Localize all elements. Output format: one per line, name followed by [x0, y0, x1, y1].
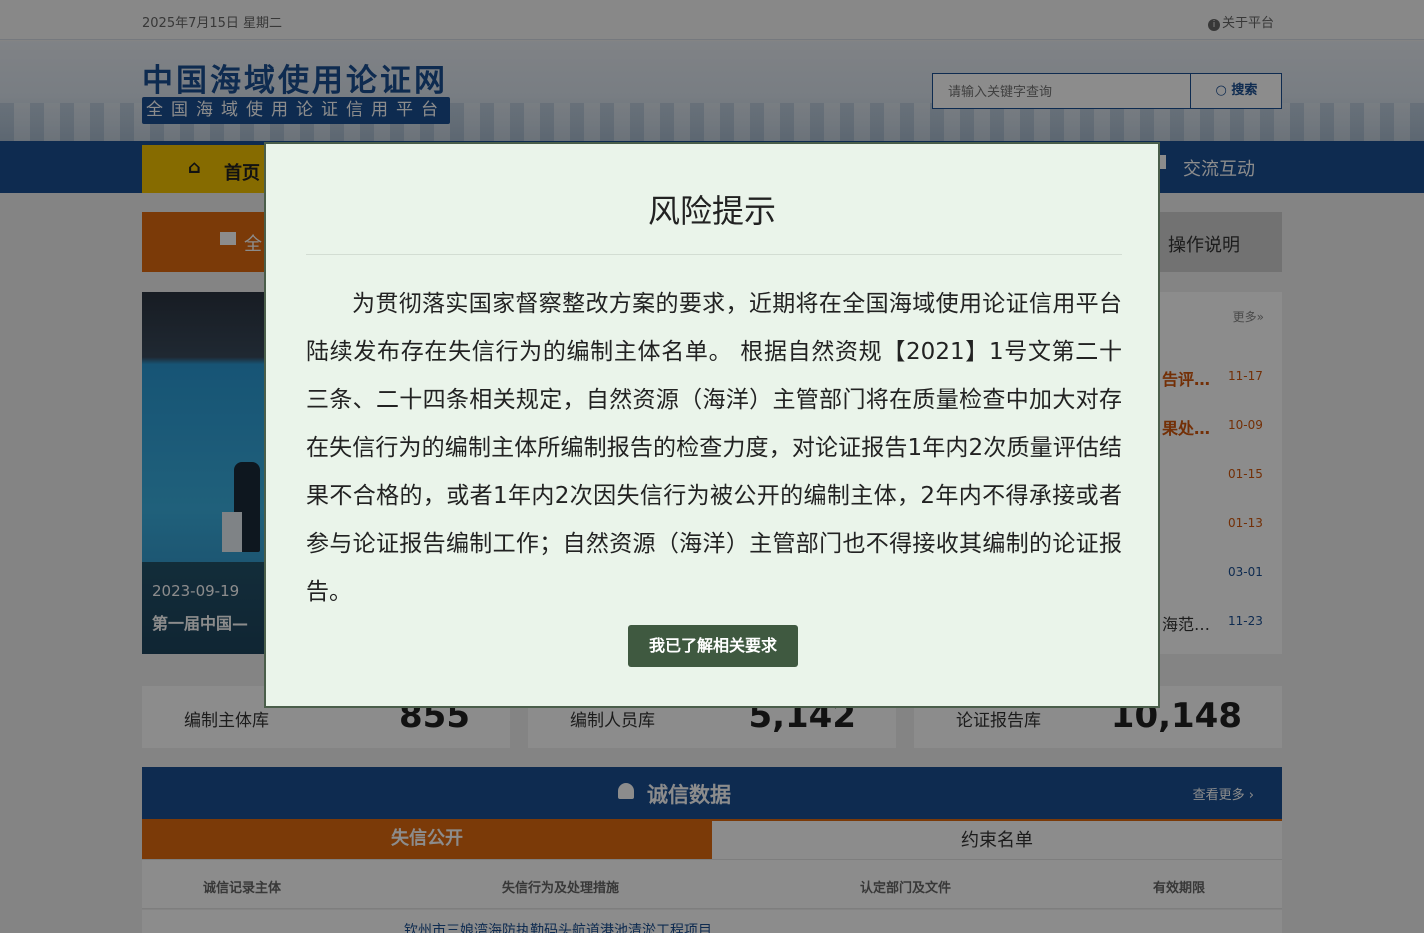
dialog-title: 风险提示	[647, 192, 776, 230]
acknowledge-button[interactable]: 我已了解相关要求	[628, 625, 798, 667]
risk-warning-dialog: 风险提示 为贯彻落实国家督察整改方案的要求，近期将在全国海域使用论证信用平台陆续…	[264, 142, 1160, 708]
dialog-divider	[306, 254, 1122, 255]
dialog-body: 为贯彻落实国家督察整改方案的要求，近期将在全国海域使用论证信用平台陆续发布存在失…	[306, 291, 1122, 605]
